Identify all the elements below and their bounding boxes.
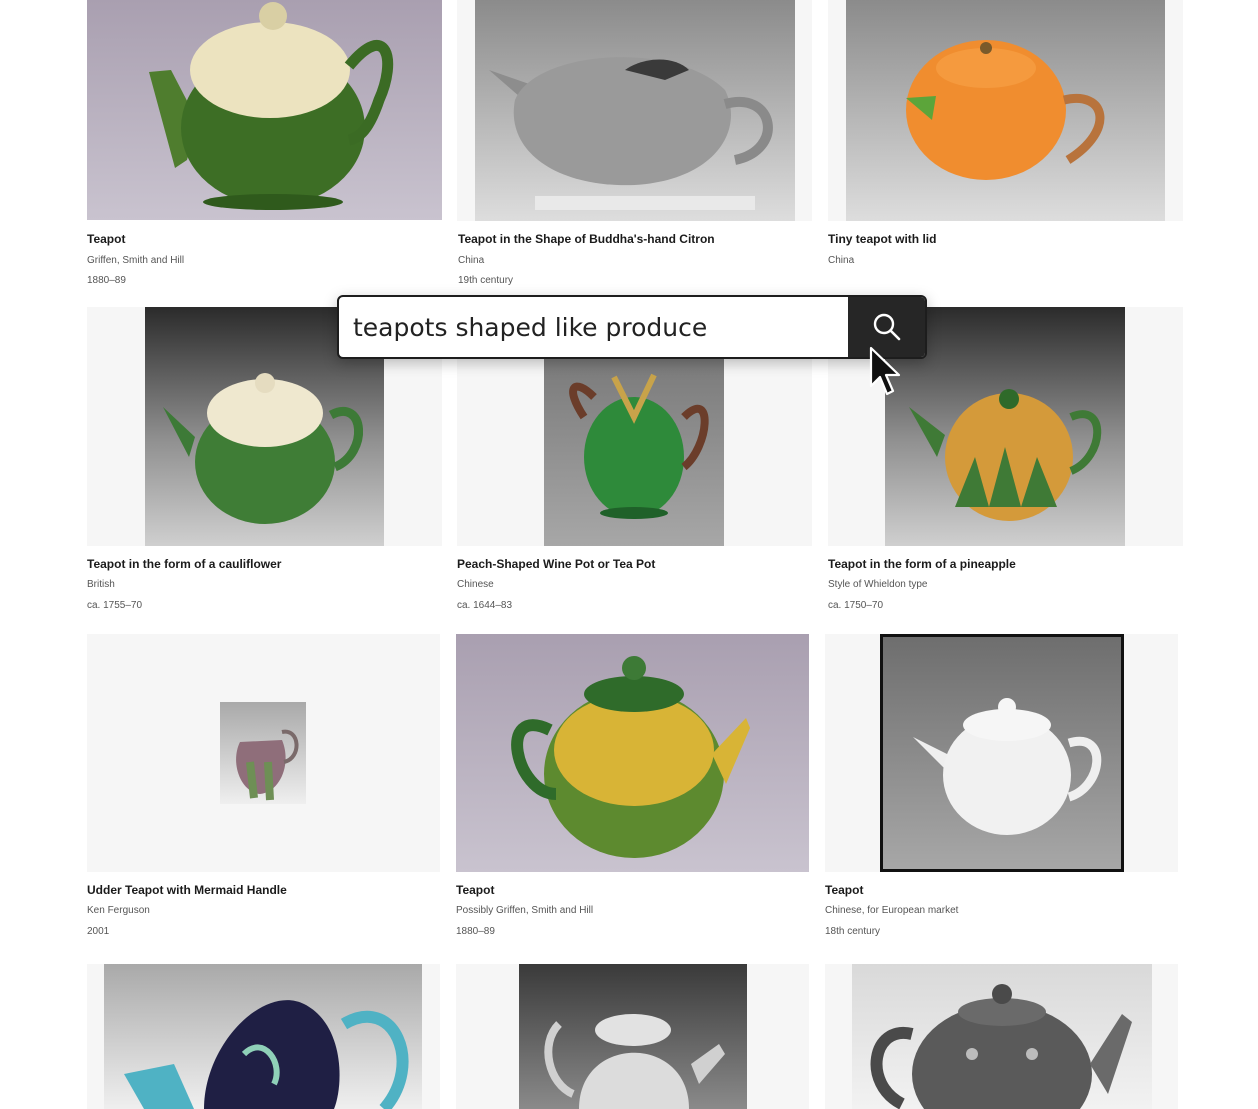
result-card[interactable] xyxy=(87,964,442,1109)
result-card[interactable]: Tiny teapot with lid China xyxy=(828,0,1183,290)
result-title[interactable]: Teapot xyxy=(825,883,863,897)
result-card[interactable]: Teapot Possibly Griffen, Smith and Hill … xyxy=(456,634,811,939)
result-maker: Griffen, Smith and Hill xyxy=(87,255,185,266)
result-image-frame xyxy=(825,964,1178,1109)
result-maker: Chinese xyxy=(457,579,494,590)
result-title[interactable]: Teapot in the form of a pineapple xyxy=(828,557,1016,571)
result-date: 1880–89 xyxy=(456,926,495,937)
result-date: ca. 1750–70 xyxy=(828,600,884,611)
result-maker: Ken Ferguson xyxy=(87,905,150,916)
search-bar xyxy=(337,295,927,359)
result-maker: British xyxy=(87,579,115,590)
result-card[interactable] xyxy=(456,964,811,1109)
search-input[interactable] xyxy=(339,297,849,357)
result-title[interactable]: Udder Teapot with Mermaid Handle xyxy=(87,883,287,897)
result-image-frame xyxy=(87,0,442,220)
result-image[interactable] xyxy=(87,0,442,220)
result-image[interactable] xyxy=(846,0,1165,221)
result-date: 1880–89 xyxy=(87,275,126,286)
result-image[interactable] xyxy=(852,964,1152,1109)
result-image[interactable] xyxy=(456,634,809,872)
result-image[interactable] xyxy=(880,634,1124,872)
result-date: 19th century xyxy=(458,275,514,286)
result-image-frame xyxy=(87,964,440,1109)
result-date: ca. 1644–83 xyxy=(457,600,513,611)
result-maker: Chinese, for European market xyxy=(825,905,959,916)
result-date: 18th century xyxy=(825,926,881,937)
result-image-frame xyxy=(828,0,1183,221)
result-title[interactable]: Teapot in the Shape of Buddha's-hand Cit… xyxy=(458,232,715,246)
result-image[interactable] xyxy=(104,964,422,1109)
result-date: ca. 1755–70 xyxy=(87,600,143,611)
result-title[interactable]: Teapot xyxy=(456,883,494,897)
result-maker: Style of Whieldon type xyxy=(828,579,928,590)
result-maker: China xyxy=(458,255,485,266)
result-title[interactable]: Teapot xyxy=(87,232,125,246)
result-image[interactable] xyxy=(220,702,306,804)
result-card[interactable] xyxy=(825,964,1180,1109)
mouse-cursor-icon xyxy=(869,346,901,396)
search-icon xyxy=(873,313,900,341)
result-image-frame xyxy=(87,634,440,872)
result-image-frame xyxy=(457,0,812,221)
result-card[interactable]: Teapot Griffen, Smith and Hill 1880–89 xyxy=(87,0,442,290)
result-image-frame xyxy=(456,964,809,1109)
result-card[interactable]: Teapot Chinese, for European market 18th… xyxy=(825,634,1180,939)
result-card[interactable]: Teapot in the Shape of Buddha's-hand Cit… xyxy=(457,0,812,290)
result-date: 2001 xyxy=(87,926,110,937)
result-image-frame xyxy=(825,634,1178,872)
result-maker: Possibly Griffen, Smith and Hill xyxy=(456,905,594,916)
result-card[interactable]: Udder Teapot with Mermaid Handle Ken Fer… xyxy=(87,634,442,939)
result-image[interactable] xyxy=(519,964,747,1109)
result-title[interactable]: Tiny teapot with lid xyxy=(828,232,936,246)
results-grid: Teapot Griffen, Smith and Hill 1880–89 T… xyxy=(0,0,1258,1109)
result-image[interactable] xyxy=(475,0,795,221)
result-title[interactable]: Peach-Shaped Wine Pot or Tea Pot xyxy=(457,557,655,571)
result-title[interactable]: Teapot in the form of a cauliflower xyxy=(87,557,281,571)
result-image-frame xyxy=(456,634,809,872)
result-maker: China xyxy=(828,255,855,266)
